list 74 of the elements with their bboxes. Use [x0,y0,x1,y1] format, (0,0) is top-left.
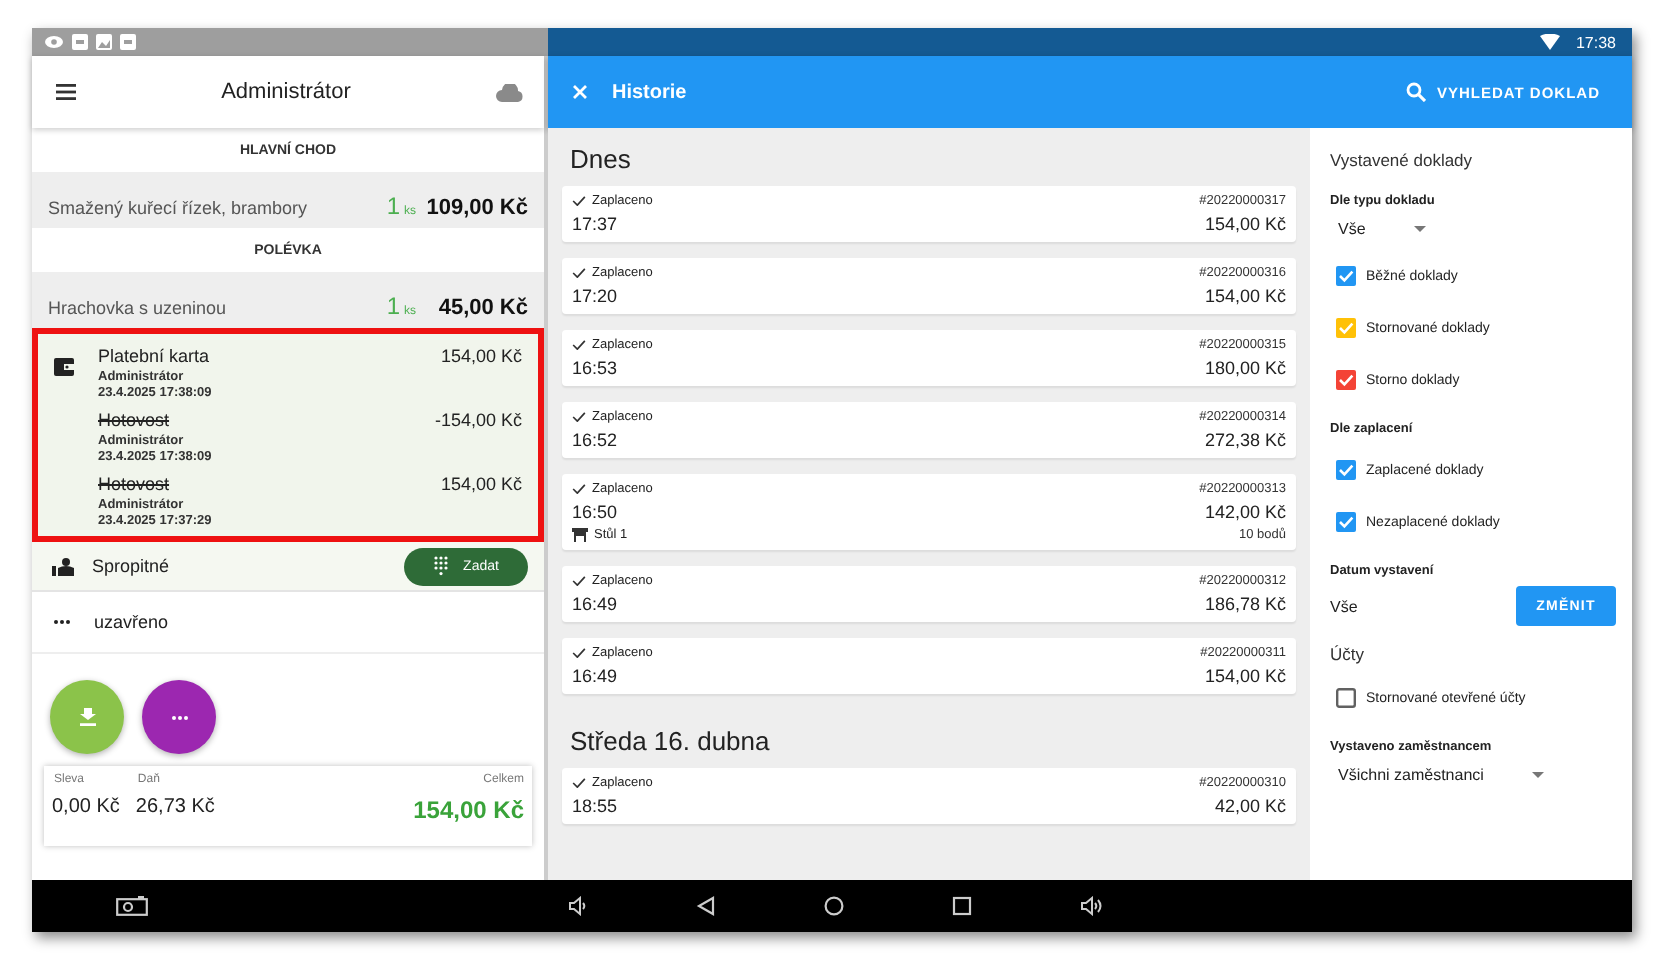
checkbox[interactable] [1336,688,1356,708]
screen-title: Historie [612,81,689,103]
receipt-time: 18:55 [572,796,618,816]
more-button[interactable] [142,680,216,754]
image-icon [96,34,112,50]
receipt-amount: 154,00 Kč [1204,214,1286,234]
filter-heading: Vystavené doklady [1330,150,1475,170]
check-icon [572,576,586,586]
tip-label: Spropitné [92,556,172,576]
receipt-amount: 154,00 Kč [1204,666,1286,686]
receipt-time: 16:52 [572,430,618,450]
notification-icon [120,34,136,50]
menu-icon[interactable] [56,84,76,100]
check-icon [572,196,586,206]
payment-method: Platební karta [98,346,212,366]
check-icon [572,648,586,658]
search-icon [1406,82,1427,102]
receipt-amount: 42,00 Kč [1214,796,1286,816]
receipt-amount: 180,00 Kč [1204,358,1286,378]
app-title: Administrátor [219,80,353,104]
receipt-time: 17:37 [572,214,618,234]
total-value: 26,73 Kč [135,796,215,818]
total-value: 0,00 Kč [52,796,120,818]
check-icon [572,340,586,350]
check-icon [572,412,586,422]
receipt-amount: 186,78 Kč [1204,594,1286,614]
receipt-amount: 272,38 Kč [1204,430,1286,450]
receipt-time: 16:53 [572,358,618,378]
wifi-icon [1539,34,1560,50]
date-value: Vše [1330,597,1358,615]
payment-amount: -154,00 Kč [434,410,522,430]
state-label: uzavřeno [94,612,169,632]
dropdown[interactable]: Vše [1330,216,1434,242]
filter-heading: Účty [1330,644,1366,664]
volume-up-icon[interactable] [1080,896,1104,916]
receipt-time: 17:20 [572,286,618,306]
checkbox[interactable] [1336,266,1356,286]
payment-method: Hotovost [98,474,172,494]
back-icon[interactable] [696,896,716,916]
download-icon [79,708,95,726]
clock-time: 17:38 [1575,33,1616,51]
check-icon [572,484,586,494]
payment-amount: 154,00 Kč [440,346,522,366]
home-icon[interactable] [824,896,844,916]
receipt-amount: 142,00 Kč [1204,502,1286,522]
receipt-time: 16:49 [572,666,618,686]
close-icon[interactable] [572,84,588,100]
wallet-icon [54,358,74,376]
total-value: 154,00 Kč [413,796,524,824]
receipt-time: 16:49 [572,594,618,614]
check-icon [572,268,586,278]
check-icon [572,778,586,788]
keypad-icon [433,556,448,576]
volume-down-icon[interactable] [568,896,588,916]
cloud-icon[interactable] [496,83,524,101]
dropdown[interactable]: Všichni zaměstnanci [1330,762,1552,788]
camera-icon[interactable] [116,896,148,916]
people-icon [52,557,74,575]
receipt-amount: 154,00 Kč [1204,286,1286,306]
recent-apps-icon[interactable] [952,896,972,916]
payment-amount: 154,00 Kč [440,474,522,494]
checkbox[interactable] [1336,370,1356,390]
checkbox[interactable] [1336,318,1356,338]
date-heading: Dnes [570,144,633,174]
notification-icon [72,34,88,50]
checkbox[interactable] [1336,460,1356,480]
caret-icon [1413,226,1426,232]
table-icon [572,528,588,542]
checkbox[interactable] [1336,512,1356,532]
eye-icon [44,34,64,50]
date-heading: Středa 16. dubna [570,726,772,756]
caret-icon [1531,772,1544,778]
payment-method: Hotovost [98,410,172,430]
receipt-time: 16:50 [572,502,618,522]
